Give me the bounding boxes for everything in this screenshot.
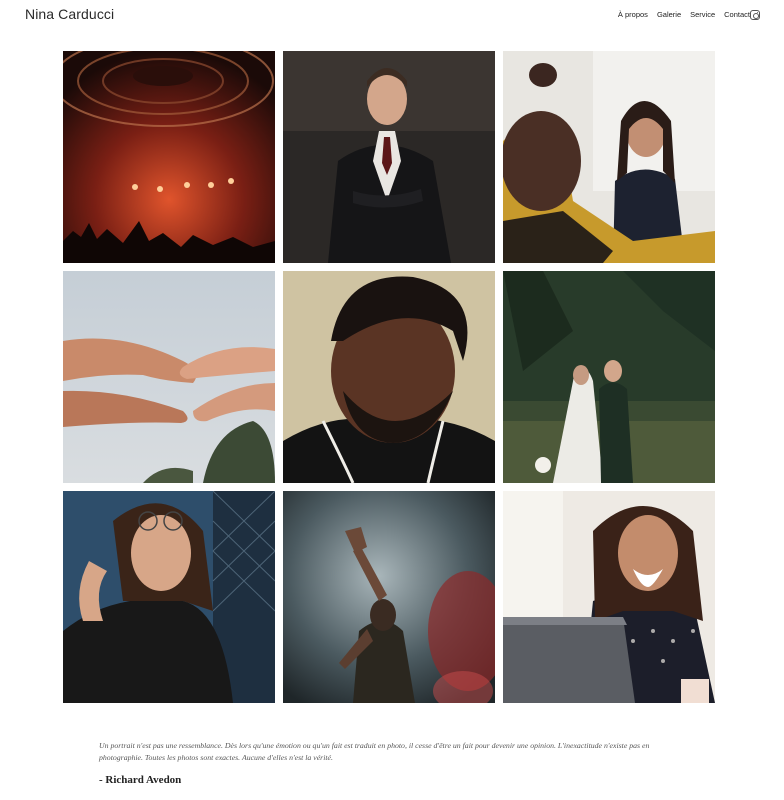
gallery-photo-portrait[interactable] <box>283 271 495 483</box>
nav-link-gallery[interactable]: Galerie <box>657 10 681 19</box>
main-nav: À propos Galerie Service Contact <box>618 10 750 19</box>
site-header: Nina Carducci À propos Galerie Service C… <box>0 0 784 34</box>
gallery-photo-man-suit[interactable] <box>283 51 495 263</box>
quote-text: Un portrait n'est pas une ressemblance. … <box>99 741 650 762</box>
nav-link-contact[interactable]: Contact <box>724 10 750 19</box>
instagram-icon[interactable] <box>750 10 760 20</box>
nav-link-service[interactable]: Service <box>690 10 715 19</box>
gallery-photo-hands[interactable] <box>63 271 275 483</box>
photo-gallery <box>63 51 716 703</box>
gallery-photo-woman-glasses[interactable] <box>63 491 275 703</box>
brand-name[interactable]: Nina Carducci <box>25 6 114 22</box>
gallery-photo-wedding[interactable] <box>503 271 715 483</box>
quote-section: Un portrait n'est pas une ressemblance. … <box>99 740 679 786</box>
gallery-photo-concert[interactable] <box>63 51 275 263</box>
gallery-photo-woman-laptop[interactable] <box>503 491 715 703</box>
nav-link-about[interactable]: À propos <box>618 10 648 19</box>
gallery-photo-concert-hand[interactable] <box>283 491 495 703</box>
quote-author: - Richard Avedon <box>99 774 182 786</box>
gallery-photo-meeting[interactable] <box>503 51 715 263</box>
